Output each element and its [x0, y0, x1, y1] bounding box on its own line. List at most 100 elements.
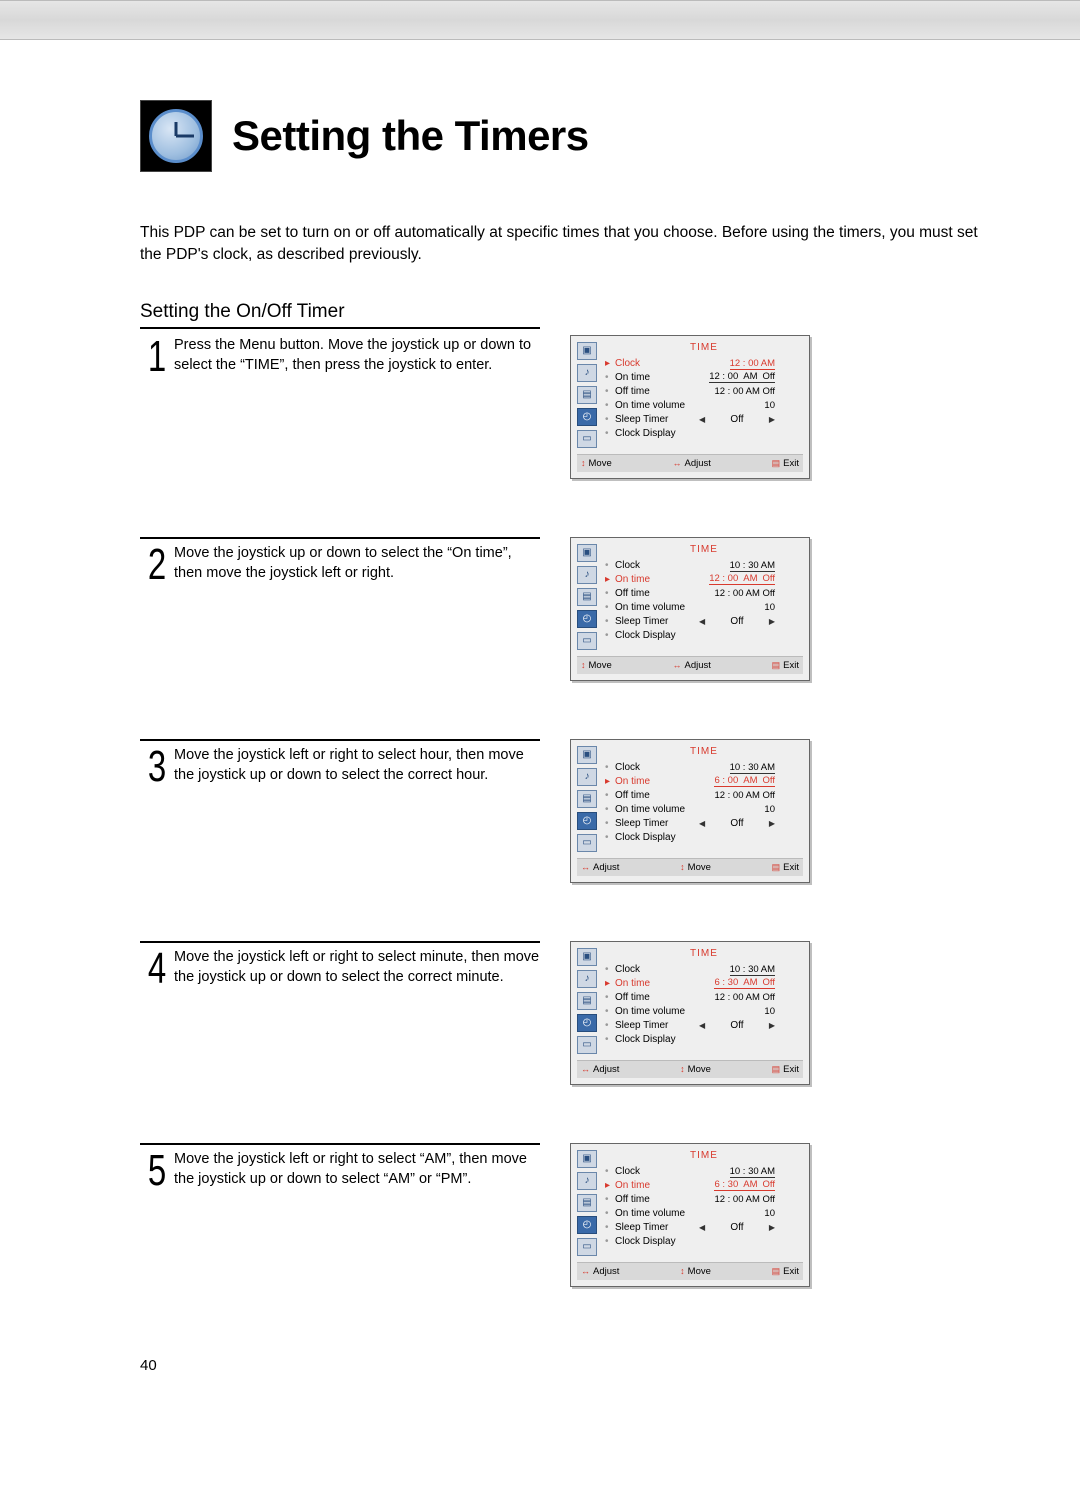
- triangle-right-icon[interactable]: ▶: [769, 617, 775, 626]
- picture-icon[interactable]: ▣: [577, 342, 597, 360]
- time-icon[interactable]: ◴: [577, 812, 597, 830]
- sound-icon[interactable]: ♪: [577, 566, 597, 584]
- channel-icon[interactable]: ▤: [577, 588, 597, 606]
- adjust-icon: ↔: [581, 1266, 590, 1276]
- triangle-right-icon[interactable]: ▶: [769, 1021, 775, 1030]
- screen-icon[interactable]: ▭: [577, 632, 597, 650]
- move-icon: ↕: [680, 1266, 685, 1276]
- screen-icon[interactable]: ▭: [577, 1036, 597, 1054]
- osd-row-sleep_timer[interactable]: •Sleep Timer◀Off▶: [605, 1221, 803, 1235]
- osd-row-clock[interactable]: •Clock10 : 30 AM: [605, 761, 803, 775]
- osd-row-off_time[interactable]: •Off time12 : 00 AM Off: [605, 587, 803, 601]
- triangle-left-icon[interactable]: ◀: [699, 1223, 705, 1232]
- osd-row-on_time[interactable]: •On time12 : 00 AM Off: [605, 371, 803, 385]
- picture-icon[interactable]: ▣: [577, 1150, 597, 1168]
- screen-icon[interactable]: ▭: [577, 1238, 597, 1256]
- osd-row-clock_display[interactable]: •Clock Display: [605, 1033, 803, 1047]
- osd-menu: ▣♪▤◴▭TIME•Clock10 : 30 AM▸On time12 : 00…: [570, 537, 810, 681]
- osd-row-clock_display[interactable]: •Clock Display: [605, 1235, 803, 1249]
- osd-row-clock_display[interactable]: •Clock Display: [605, 831, 803, 845]
- osd-value-off-time: 12 : 00 AM Off: [699, 992, 775, 1003]
- osd-row-on_time[interactable]: ▸On time6 : 30 AM Off: [605, 1179, 803, 1193]
- exit-hint-label: Exit: [783, 862, 799, 873]
- osd-row-on_time[interactable]: ▸On time6 : 30 AM Off: [605, 977, 803, 991]
- osd-row-on_time[interactable]: ▸On time12 : 00 AM Off: [605, 573, 803, 587]
- osd-row-off_time[interactable]: •Off time12 : 00 AM Off: [605, 1193, 803, 1207]
- osd-sleep-slider[interactable]: ◀Off▶: [699, 1020, 775, 1031]
- osd-row-sleep_timer[interactable]: •Sleep Timer◀Off▶: [605, 1019, 803, 1033]
- step-text: Move the joystick left or right to selec…: [174, 1149, 540, 1190]
- osd-row-sleep_timer[interactable]: •Sleep Timer◀Off▶: [605, 413, 803, 427]
- move-hint-label: Move: [589, 458, 612, 469]
- sound-icon[interactable]: ♪: [577, 768, 597, 786]
- osd-row-off_time[interactable]: •Off time12 : 00 AM Off: [605, 991, 803, 1005]
- exit-icon: ▤: [772, 660, 781, 671]
- osd-row-on_time_volume[interactable]: •On time volume10: [605, 601, 803, 615]
- sound-icon[interactable]: ♪: [577, 1172, 597, 1190]
- triangle-right-icon[interactable]: ▶: [769, 415, 775, 424]
- move-hint: ↕Move: [581, 458, 612, 469]
- bullet-icon: •: [605, 386, 611, 397]
- osd-row-off_time[interactable]: •Off time12 : 00 AM Off: [605, 789, 803, 803]
- osd-on-time-part: 12 : 00: [709, 371, 738, 382]
- exit-hint: ▤Exit: [772, 458, 799, 469]
- osd-row-clock[interactable]: •Clock10 : 30 AM: [605, 963, 803, 977]
- osd-sleep-slider[interactable]: ◀Off▶: [699, 414, 775, 425]
- osd-sleep-slider[interactable]: ◀Off▶: [699, 616, 775, 627]
- triangle-left-icon[interactable]: ◀: [699, 819, 705, 828]
- triangle-left-icon[interactable]: ◀: [699, 1021, 705, 1030]
- osd-footer: ↕Move↔Adjust▤Exit: [577, 656, 803, 674]
- channel-icon[interactable]: ▤: [577, 992, 597, 1010]
- osd-footer: ↔Adjust↕Move▤Exit: [577, 858, 803, 876]
- osd-on-time-part: Off: [763, 573, 776, 584]
- sound-icon[interactable]: ♪: [577, 970, 597, 988]
- osd-row-clock[interactable]: •Clock10 : 30 AM: [605, 559, 803, 573]
- bullet-icon: ▸: [605, 358, 611, 369]
- osd-row-on_time_volume[interactable]: •On time volume10: [605, 803, 803, 817]
- osd-sleep-slider[interactable]: ◀ Off ▶: [699, 818, 775, 829]
- triangle-right-icon[interactable]: ▶: [769, 819, 775, 828]
- bullet-icon: ▸: [605, 776, 611, 787]
- osd-icon-column: ▣ ♪ ▤ ◴ ▭: [577, 544, 597, 650]
- osd-menu: ▣♪▤◴▭TIME•Clock10 : 30 AM▸On time6 : 30 …: [570, 941, 810, 1085]
- channel-icon[interactable]: ▤: [577, 386, 597, 404]
- adjust-hint: ↔Adjust: [581, 1064, 619, 1075]
- triangle-left-icon[interactable]: ◀: [699, 617, 705, 626]
- time-icon[interactable]: ◴: [577, 1216, 597, 1234]
- osd-row-on_time_volume[interactable]: •On time volume10: [605, 1005, 803, 1019]
- osd-row-on_time_volume[interactable]: •On time volume10: [605, 399, 803, 413]
- osd-row-clock[interactable]: ▸Clock12 : 00 AM: [605, 357, 803, 371]
- osd-row-sleep_timer[interactable]: •Sleep Timer◀Off▶: [605, 615, 803, 629]
- picture-icon[interactable]: ▣: [577, 948, 597, 966]
- osd-row-off_time[interactable]: •Off time12 : 00 AM Off: [605, 385, 803, 399]
- adjust-hint-label: Adjust: [593, 1266, 619, 1277]
- picture-icon[interactable]: ▣: [577, 746, 597, 764]
- bullet-icon: •: [605, 1020, 611, 1031]
- osd-title: TIME: [605, 1150, 803, 1161]
- move-icon: ↕: [581, 458, 586, 468]
- osd-row-on_time_volume[interactable]: •On time volume10: [605, 1207, 803, 1221]
- time-icon[interactable]: ◴: [577, 408, 597, 426]
- sound-icon[interactable]: ♪: [577, 364, 597, 382]
- osd-label: Off time: [615, 588, 695, 599]
- screen-icon[interactable]: ▭: [577, 834, 597, 852]
- screen-icon[interactable]: ▭: [577, 430, 597, 448]
- picture-icon[interactable]: ▣: [577, 544, 597, 562]
- osd-on-time-part: AM: [743, 775, 757, 786]
- time-icon[interactable]: ◴: [577, 610, 597, 628]
- channel-icon[interactable]: ▤: [577, 1194, 597, 1212]
- channel-icon[interactable]: ▤: [577, 790, 597, 808]
- osd-row-clock_display[interactable]: •Clock Display: [605, 629, 803, 643]
- osd-row-on_time[interactable]: ▸On time6 : 00 AM Off: [605, 775, 803, 789]
- osd-row-sleep_timer[interactable]: •Sleep Timer◀Off▶: [605, 817, 803, 831]
- triangle-left-icon[interactable]: ◀: [699, 415, 705, 424]
- page-title: Setting the Timers: [232, 112, 589, 160]
- osd-row-clock[interactable]: •Clock10 : 30 AM: [605, 1165, 803, 1179]
- osd-sleep-value: Off: [730, 818, 743, 829]
- osd-icon-column: ▣ ♪ ▤ ◴ ▭: [577, 746, 597, 852]
- osd-row-clock_display[interactable]: •Clock Display: [605, 427, 803, 441]
- triangle-right-icon[interactable]: ▶: [769, 1223, 775, 1232]
- time-icon[interactable]: ◴: [577, 1014, 597, 1032]
- osd-value-volume: 10: [699, 400, 775, 411]
- osd-sleep-slider[interactable]: ◀Off▶: [699, 1222, 775, 1233]
